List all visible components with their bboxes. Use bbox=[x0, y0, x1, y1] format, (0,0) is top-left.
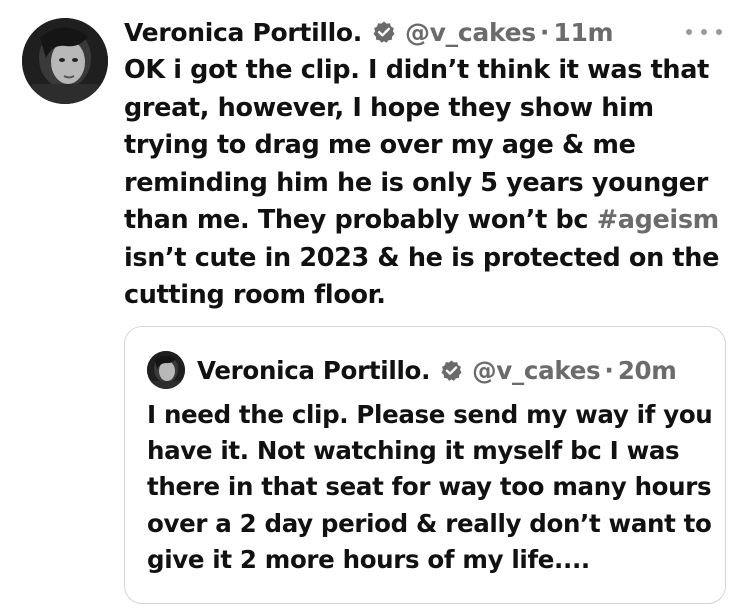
more-dot bbox=[686, 29, 692, 35]
quoted-tweet-header: Veronica Portillo. @v_cakes · 20m bbox=[197, 351, 677, 389]
hashtag-link[interactable]: #ageism bbox=[597, 205, 720, 235]
more-dot bbox=[701, 29, 707, 35]
tweet-timestamp[interactable]: 11m bbox=[553, 18, 613, 47]
quoted-avatar bbox=[147, 351, 185, 389]
author-name[interactable]: Veronica Portillo. bbox=[124, 18, 362, 47]
tweet-header: Veronica Portillo. @v_cakes · 11m bbox=[124, 14, 614, 50]
quoted-author-handle: @v_cakes bbox=[472, 355, 601, 385]
quoted-author-name: Veronica Portillo. bbox=[197, 355, 431, 385]
tweet-text-part: isn’t cute in 2023 & he is protected on … bbox=[124, 242, 720, 311]
avatar-image bbox=[22, 18, 108, 104]
separator-dot: · bbox=[604, 355, 614, 385]
more-options-icon[interactable] bbox=[686, 22, 722, 42]
tweet-text: OK i got the clip. I didn’t think it was… bbox=[124, 52, 734, 315]
verified-badge-icon bbox=[440, 359, 463, 382]
verified-badge-icon bbox=[372, 20, 396, 44]
more-dot bbox=[716, 29, 722, 35]
author-handle[interactable]: @v_cakes bbox=[405, 18, 536, 47]
avatar[interactable] bbox=[22, 18, 108, 104]
separator-dot: · bbox=[539, 17, 550, 47]
quoted-tweet-card[interactable]: Veronica Portillo. @v_cakes · 20m I need… bbox=[124, 326, 726, 604]
quoted-tweet-text: I need the clip. Please send my way if y… bbox=[147, 400, 713, 574]
quoted-tweet-timestamp: 20m bbox=[617, 355, 677, 385]
